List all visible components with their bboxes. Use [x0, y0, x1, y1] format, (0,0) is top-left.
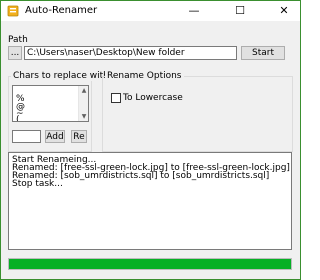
- app-icon: [7, 5, 19, 17]
- progress-bar: [8, 258, 292, 270]
- path-input[interactable]: C:\Users\naser\Desktop\New folder: [24, 46, 237, 60]
- close-button[interactable]: ✕: [269, 1, 299, 21]
- lowercase-checkbox[interactable]: [111, 93, 121, 103]
- app-window: Auto-Renamer — ☐ ✕ Path ... C:\Users\nas…: [0, 0, 301, 280]
- list-item[interactable]: (: [16, 116, 20, 122]
- rename-options-label: Rename Options: [105, 71, 184, 81]
- maximize-button[interactable]: ☐: [225, 1, 255, 21]
- progress-fill: [9, 259, 291, 269]
- scroll-up-icon[interactable]: ▲: [80, 87, 88, 94]
- browse-button[interactable]: ...: [8, 46, 22, 60]
- lowercase-label[interactable]: To Lowercase: [123, 93, 183, 103]
- list-scrollbar[interactable]: ▲ ▼: [78, 86, 88, 121]
- char-input[interactable]: [12, 130, 41, 143]
- window-title: Auto-Renamer: [25, 5, 98, 16]
- rename-options-group: [102, 76, 293, 152]
- log-output[interactable]: Start Renameing... Renamed: [free-ssl-gr…: [8, 152, 292, 250]
- path-label: Path: [8, 35, 28, 45]
- title-bar[interactable]: Auto-Renamer — ☐ ✕: [1, 1, 300, 21]
- minimize-button[interactable]: —: [179, 1, 209, 21]
- chars-list[interactable]: % @ ~ ( ▲ ▼: [12, 85, 89, 122]
- start-button[interactable]: Start: [241, 46, 285, 60]
- log-line: Stop task...: [12, 179, 63, 189]
- remove-button[interactable]: Re: [71, 130, 87, 143]
- scroll-down-icon[interactable]: ▼: [80, 113, 88, 120]
- add-button[interactable]: Add: [45, 130, 65, 143]
